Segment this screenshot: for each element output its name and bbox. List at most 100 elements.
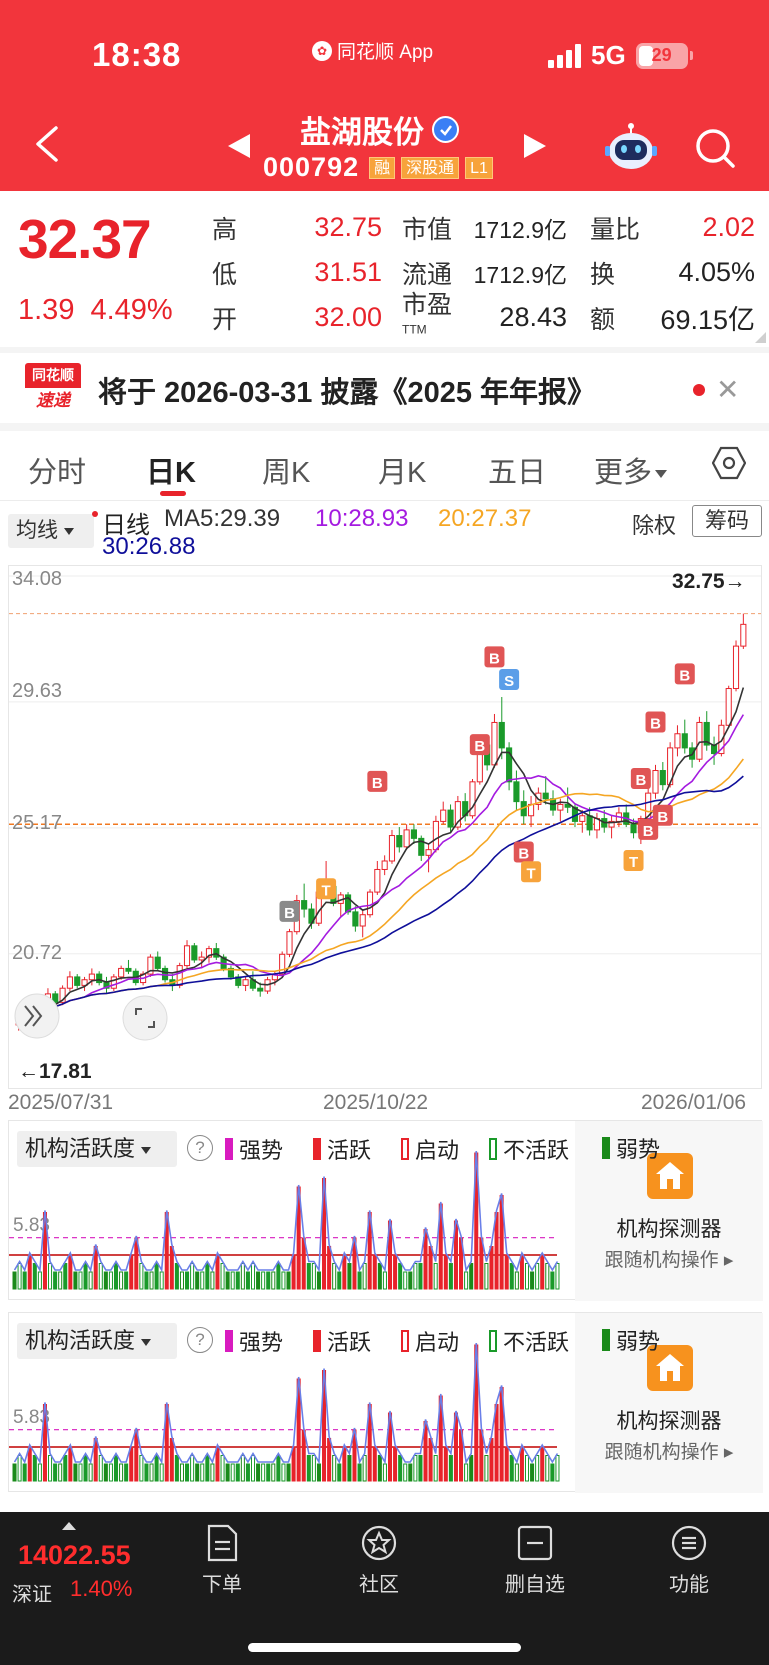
tag-shenzhen-connect[interactable]: 深股通 <box>401 156 460 179</box>
activity-bar <box>291 1254 296 1290</box>
activity-bar <box>32 1263 37 1290</box>
functions-button[interactable]: 功能 <box>644 1524 734 1597</box>
tab-weekly-k[interactable]: 周K <box>262 449 310 491</box>
activity-bar <box>433 1263 438 1290</box>
community-button[interactable]: 社区 <box>334 1524 424 1597</box>
candle-body <box>388 835 396 862</box>
remove-watchlist-button[interactable]: 删自选 <box>490 1524 580 1597</box>
ma-selector[interactable]: 均线 <box>8 514 94 548</box>
index-value[interactable]: 14022.55 <box>18 1540 131 1571</box>
document-icon <box>207 1524 238 1562</box>
activity-bar <box>484 1263 489 1290</box>
order-button[interactable]: 下单 <box>177 1524 267 1597</box>
settings-hexagon-icon[interactable] <box>712 446 746 480</box>
activity-bar <box>240 1455 245 1482</box>
activity-bar <box>154 1263 159 1290</box>
kline-chart[interactable]: BBTBBSBTTBBBBB <box>8 565 762 1089</box>
activity-bar <box>443 1254 448 1290</box>
prev-stock-icon[interactable] <box>226 132 252 160</box>
x-tick-label: 2025/10/22 <box>323 1091 429 1114</box>
tab-more-label: 更多 <box>594 457 653 489</box>
detector-subtitle: 跟随机构操作 ▸ <box>604 1250 734 1271</box>
activity-bar <box>306 1455 311 1482</box>
activity-bar <box>129 1254 134 1290</box>
candle-body <box>447 809 454 828</box>
quote-col-2: 市值 1712.9亿 流通 1712.9亿 市盈TTM 28.43 <box>402 205 567 340</box>
next-stock-icon[interactable] <box>522 132 548 160</box>
activity-bar <box>179 1271 184 1290</box>
activity-bar <box>169 1438 174 1482</box>
functions-label: 功能 <box>669 1574 709 1596</box>
activity-bar <box>27 1254 32 1290</box>
candle-body <box>425 849 432 856</box>
community-star-icon <box>361 1525 397 1561</box>
activity-bar <box>332 1455 337 1482</box>
candle-body <box>66 976 73 989</box>
ma30-value: 30:26.88 <box>102 533 196 560</box>
activity-bar <box>281 1463 286 1482</box>
back-arrow-icon[interactable] <box>32 124 62 164</box>
activity-bar <box>78 1271 83 1290</box>
activity-bar <box>550 1463 555 1482</box>
candle-body <box>374 868 381 893</box>
activity-bar <box>519 1254 524 1290</box>
activity-bar <box>149 1271 154 1290</box>
signal-marker-label: B <box>284 905 295 922</box>
activity-bar <box>555 1455 560 1482</box>
expand-corner-icon[interactable] <box>755 332 766 343</box>
express-logo: 同花顺 速递 <box>25 363 81 415</box>
activity-bar <box>316 1271 321 1290</box>
period-tabs: 分时 日K 周K 月K 五日 更多 <box>0 431 769 501</box>
activity-bar <box>129 1446 134 1482</box>
high-marker-label: 32.75→ <box>672 570 746 593</box>
tab-monthly-k[interactable]: 月K <box>378 449 426 491</box>
activity-bar <box>32 1455 37 1482</box>
tag-margin[interactable]: 融 <box>369 156 396 179</box>
activity-bar <box>58 1271 63 1290</box>
activity-bar <box>73 1271 78 1290</box>
activity-bar <box>261 1271 266 1290</box>
activity-bar <box>316 1463 321 1482</box>
candle-body <box>396 835 403 848</box>
candle-body <box>659 770 666 786</box>
kline-svg[interactable]: BBTBBSBTTBBBBB <box>9 566 761 1088</box>
activity-bar <box>357 1463 362 1482</box>
express-logo-top: 同花顺 <box>25 363 81 388</box>
robot-assistant-icon[interactable] <box>604 122 658 172</box>
ex-rights-toggle[interactable]: 除权 <box>632 508 676 540</box>
tab-five-day[interactable]: 五日 <box>488 449 546 491</box>
chip-distribution-button[interactable]: 筹码 <box>692 505 762 537</box>
activity-bar <box>393 1446 398 1482</box>
tag-level1[interactable]: L1 <box>465 156 493 179</box>
activity-bar <box>250 1455 256 1482</box>
activity-bar <box>256 1271 261 1290</box>
candle-body <box>586 815 593 831</box>
tab-daily-k[interactable]: 日K <box>146 449 196 491</box>
activity-bar <box>185 1271 190 1290</box>
activity-bar <box>190 1263 195 1290</box>
activity-bar <box>139 1455 144 1482</box>
quote-col-1: 高 32.75 低 31.51 开 32.00 <box>212 205 382 340</box>
activity-bar <box>276 1263 281 1290</box>
announcement-banner[interactable]: 同花顺 速递 将于 2026-03-31 披露《2025 年年报》 ✕ <box>0 353 769 423</box>
candle-body <box>366 891 374 916</box>
tab-more[interactable]: 更多 <box>594 449 668 491</box>
activity-bar <box>113 1455 119 1482</box>
change-amount: 1.39 <box>18 294 75 326</box>
activity-bar <box>489 1438 494 1482</box>
signal-marker-label: B <box>474 738 485 755</box>
signal-marker-label: B <box>679 667 690 684</box>
activity-bar <box>159 1463 164 1482</box>
active-tab-indicator <box>160 491 186 496</box>
activity-bar <box>169 1246 174 1290</box>
fullscreen-button[interactable] <box>122 995 168 1041</box>
scroll-left-button[interactable] <box>14 993 60 1039</box>
activity-bar <box>377 1263 382 1290</box>
activity-bar <box>113 1263 119 1290</box>
close-icon[interactable]: ✕ <box>716 373 739 406</box>
tab-intraday[interactable]: 分时 <box>28 449 86 491</box>
activity-bar <box>494 1404 499 1482</box>
activity-bar <box>144 1463 149 1482</box>
search-icon[interactable] <box>694 127 736 169</box>
activity-bar <box>22 1271 27 1290</box>
